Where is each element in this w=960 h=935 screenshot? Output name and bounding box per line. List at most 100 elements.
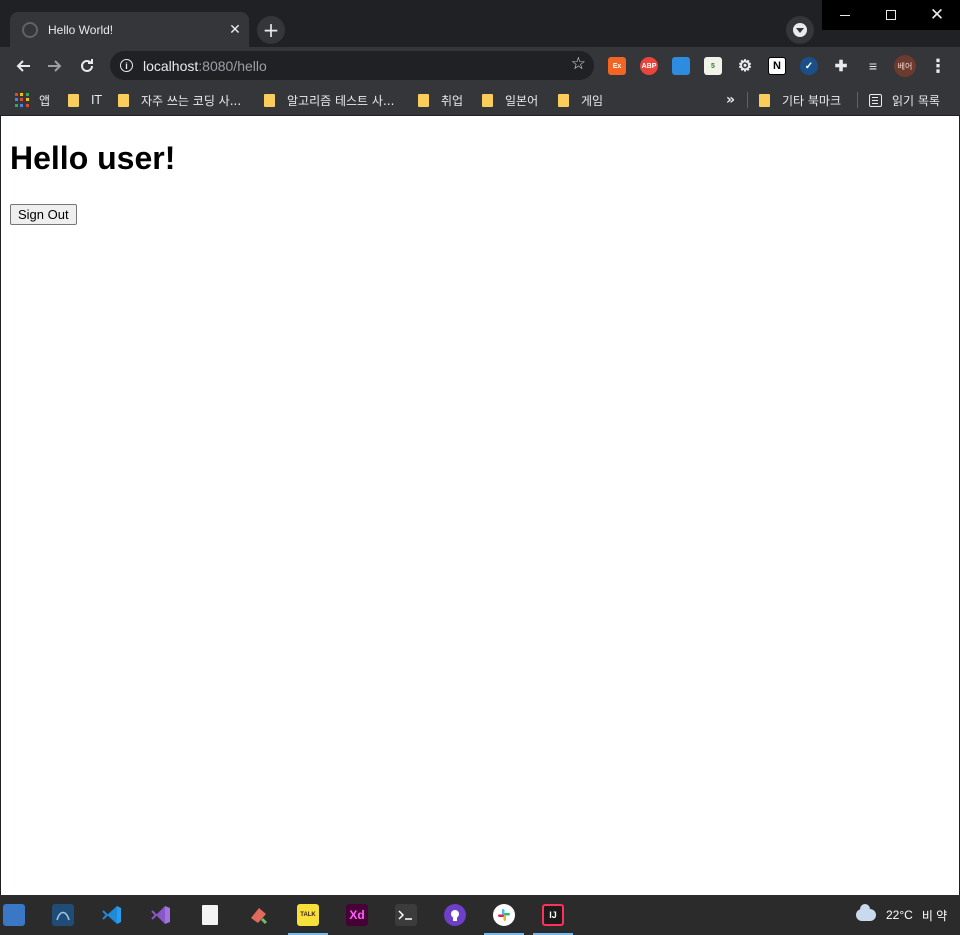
terminal-icon: [395, 904, 417, 926]
adblock-plus-icon[interactable]: ABP: [640, 57, 658, 75]
vscode-icon: [101, 904, 123, 926]
notion-icon[interactable]: N: [768, 57, 786, 75]
close-icon: ✕: [929, 5, 945, 24]
bookmark-label: 일본어: [505, 93, 539, 108]
minimize-button[interactable]: [822, 0, 868, 30]
bookmark-label: 자주 쓰는 코딩 사...: [141, 93, 242, 108]
taskbar-mysql-workbench[interactable]: [39, 895, 87, 935]
folder-icon: [68, 93, 79, 107]
page-content: Hello user! Sign Out: [0, 116, 960, 895]
taskbar-vscode[interactable]: [88, 895, 136, 935]
bookmark-label: 취업: [441, 93, 464, 108]
reload-button[interactable]: [73, 52, 101, 80]
bookmarks-overflow-button[interactable]: »: [726, 84, 735, 116]
gear-extension-icon[interactable]: ⚙: [736, 57, 754, 75]
taskbar-intellij[interactable]: IJ: [529, 895, 577, 935]
folder-icon: [759, 93, 770, 107]
tab-search-button[interactable]: [786, 16, 814, 44]
taskbar-notepad[interactable]: [186, 895, 234, 935]
address-bar[interactable]: i localhost:8080/hello ☆: [110, 51, 594, 80]
info-icon[interactable]: i: [120, 59, 133, 72]
bookmark-apps[interactable]: 앱: [15, 84, 50, 116]
folder-icon: [418, 93, 429, 107]
forward-button[interactable]: [41, 52, 69, 80]
tab-strip: Hello World! ✕ + ✕: [0, 0, 960, 47]
bookmark-label: 기타 북마크: [782, 93, 842, 108]
taskbar: TALK Xd IJ 22°C 비 약: [0, 895, 960, 935]
folder-icon: [118, 93, 129, 107]
github-icon: [444, 904, 466, 926]
url-host: localhost: [143, 57, 199, 74]
taskbar-paint[interactable]: [235, 895, 283, 935]
file-icon: [202, 905, 218, 925]
browser-tab[interactable]: Hello World! ✕: [10, 12, 249, 47]
bookmark-folder-algorithm[interactable]: 알고리즘 테스트 사...: [264, 84, 394, 116]
page-title: Hello user!: [10, 140, 176, 176]
weather-description: 비 약: [921, 908, 948, 923]
new-tab-button[interactable]: +: [257, 16, 285, 44]
folder-icon: [558, 93, 569, 107]
check-extension-icon[interactable]: ✓: [800, 57, 818, 75]
slack-icon: [493, 904, 515, 926]
bookmark-folder-games[interactable]: 게임: [558, 84, 603, 116]
taskbar-visual-studio[interactable]: [137, 895, 185, 935]
tab-loading-icon: [22, 21, 38, 38]
bookmark-folder-japanese[interactable]: 일본어: [482, 84, 538, 116]
bookmark-folder-jobs[interactable]: 취업: [418, 84, 463, 116]
reading-list-icon: [869, 93, 882, 107]
tab-close-icon[interactable]: ✕: [221, 22, 249, 38]
folder-icon: [482, 93, 493, 107]
profile-avatar[interactable]: 베어: [894, 55, 916, 77]
arrow-left-icon: [16, 60, 30, 72]
reading-list-label: 읽기 목록: [892, 93, 940, 108]
bookmark-divider: [857, 92, 858, 108]
visual-studio-icon: [150, 904, 172, 926]
browser-toolbar: i localhost:8080/hello ☆ Ex ABP 5 ⚙ N ✓ …: [0, 47, 960, 84]
bookmark-divider: [747, 92, 748, 108]
maximize-button[interactable]: [868, 0, 914, 30]
taskbar-app-1[interactable]: [0, 895, 38, 935]
intellij-icon: IJ: [542, 904, 564, 926]
folder-icon: [264, 93, 275, 107]
arrow-right-icon: [48, 60, 62, 72]
bookmark-label: 알고리즘 테스트 사...: [287, 93, 395, 108]
back-button[interactable]: [9, 52, 37, 80]
app-icon: [3, 904, 25, 926]
sign-out-button[interactable]: Sign Out: [10, 204, 77, 225]
more-menu-icon[interactable]: ⋮: [928, 52, 948, 80]
bookmark-label: 앱: [39, 93, 51, 108]
puzzle-icon[interactable]: ✚: [832, 57, 850, 75]
url-path: :8080/hello: [198, 57, 267, 74]
media-queue-icon[interactable]: ≡: [864, 57, 882, 75]
window-close-button[interactable]: ✕: [914, 0, 960, 30]
reading-list-button[interactable]: 읽기 목록: [869, 84, 940, 116]
mysql-workbench-icon: [52, 904, 74, 926]
bookmark-folder-coding[interactable]: 자주 쓰는 코딩 사...: [118, 84, 241, 116]
chevron-down-icon: [793, 23, 807, 37]
adobe-xd-icon: Xd: [346, 904, 368, 926]
window-extension-icon[interactable]: [672, 57, 690, 75]
taskbar-kakaotalk[interactable]: TALK: [284, 895, 332, 935]
weather-temperature: 22°C: [886, 908, 913, 922]
ex-extension-icon[interactable]: Ex: [608, 57, 626, 75]
tab-title: Hello World!: [48, 22, 114, 37]
paint-icon: [248, 904, 270, 926]
taskbar-terminal[interactable]: [382, 895, 430, 935]
taskbar-adobe-xd[interactable]: Xd: [333, 895, 381, 935]
bookmark-folder-it[interactable]: IT: [68, 84, 102, 116]
maximize-icon: [886, 10, 896, 20]
bookmark-folder-other[interactable]: 기타 북마크: [759, 84, 841, 116]
taskbar-slack[interactable]: [480, 895, 528, 935]
bookmarks-bar: 앱 IT 자주 쓰는 코딩 사... 알고리즘 테스트 사... 취업 일본어 …: [0, 84, 960, 116]
reload-icon: [81, 59, 93, 72]
bookmark-label: 게임: [581, 93, 604, 108]
weather-widget[interactable]: 22°C 비 약: [856, 895, 947, 935]
notes-extension-icon[interactable]: 5: [704, 57, 722, 75]
apps-grid-icon: [15, 93, 29, 107]
bookmark-label: IT: [91, 93, 102, 107]
cloud-icon: [856, 904, 876, 921]
bookmark-star-icon[interactable]: ☆: [571, 54, 586, 74]
kakaotalk-icon: TALK: [297, 904, 319, 926]
minimize-icon: [840, 14, 850, 16]
taskbar-github-desktop[interactable]: [431, 895, 479, 935]
